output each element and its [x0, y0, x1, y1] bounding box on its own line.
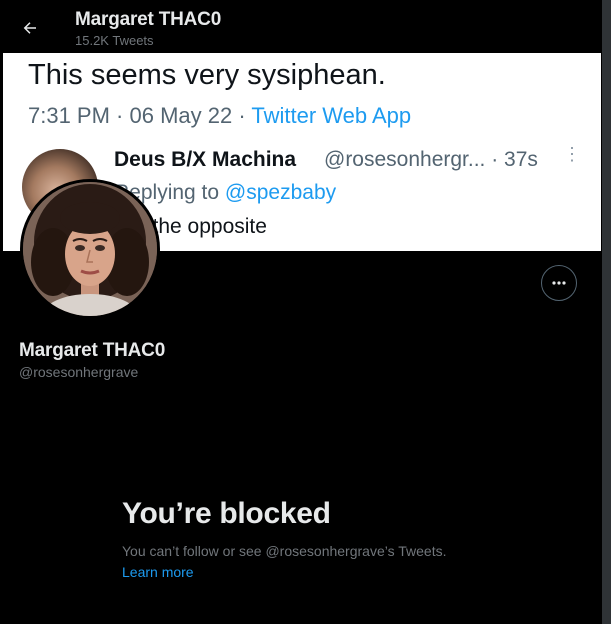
learn-more-link[interactable]: Learn more	[122, 564, 194, 580]
arrow-left-icon	[23, 22, 36, 34]
banner-replying-to: Replying to @spezbaby	[114, 181, 336, 205]
profile-handle: @rosesonhergrave	[19, 364, 139, 380]
banner-tweet-time: 7:31 PM · 06 May 22 ·	[28, 103, 252, 128]
banner-reply-name: Deus B/X Machina	[114, 148, 297, 171]
banner-more-icon: ⋮	[563, 144, 581, 164]
banner-tweet-text: This seems very sysiphean.	[28, 59, 386, 91]
blocked-title: You’re blocked	[122, 497, 331, 530]
window-frame-edge	[602, 0, 611, 624]
avatar-photo	[23, 182, 157, 316]
banner-tweet-meta: 7:31 PM · 06 May 22 · Twitter Web App	[28, 103, 411, 129]
profile-header-bar: Margaret THAC0 15.2K Tweets	[0, 0, 602, 53]
more-horizontal-icon	[552, 281, 566, 285]
profile-display-name: Margaret THAC0	[19, 340, 166, 361]
more-options-button[interactable]	[541, 265, 577, 301]
banner-reply-handle: @rosesonhergr... · 37s	[324, 148, 538, 171]
header-tweet-count: 15.2K Tweets	[75, 33, 154, 48]
banner-replying-handle: @spezbaby	[224, 181, 337, 204]
profile-avatar[interactable]	[20, 179, 160, 319]
blocked-description: You can’t follow or see @rosesonhergrave…	[122, 543, 447, 559]
banner-tweet-app: Twitter Web App	[251, 103, 412, 128]
header-display-name: Margaret THAC0	[75, 9, 222, 30]
back-button[interactable]	[14, 12, 46, 44]
